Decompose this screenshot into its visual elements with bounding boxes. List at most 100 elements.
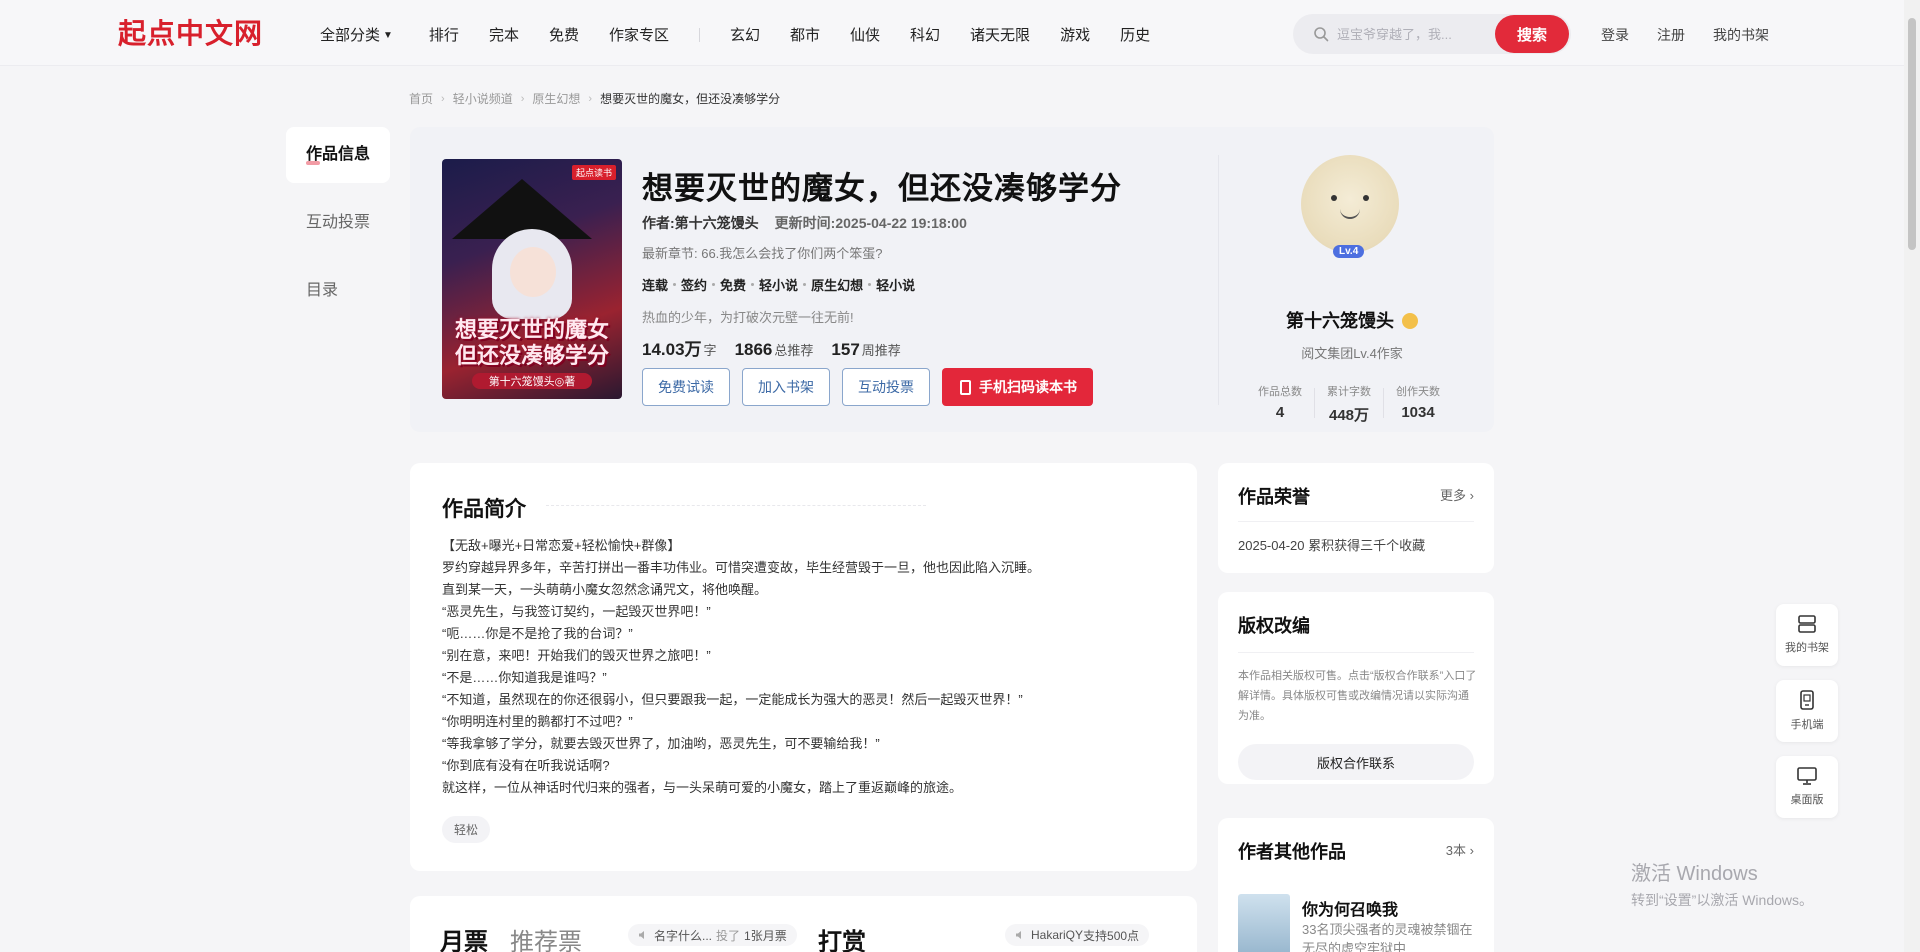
main-nav: 全部分类 ▼ 排行 完本 免费 作家专区 玄幻 都市 仙侠 科幻 诸天无限 游戏 … — [320, 24, 1180, 45]
book-slogan: 热血的少年，为打破次元壁一往无前! — [642, 310, 854, 325]
chevron-right-icon: › — [441, 92, 445, 105]
avatar-mouth — [1340, 209, 1360, 219]
scrollbar-thumb[interactable] — [1908, 18, 1916, 250]
latest-chapter[interactable]: 最新章节: 66.我怎么会找了你们两个笨蛋? — [642, 243, 883, 262]
interactive-vote-button[interactable]: 互动投票 — [842, 368, 930, 406]
ticker-action: 支持 — [1083, 928, 1108, 943]
breadcrumb: 首页 › 轻小说频道 › 原生幻想 › 想要灭世的魔女，但还没凑够学分 — [409, 90, 780, 107]
intro-line: 就这样，一位从神话时代归来的强者，与一头呆萌可爱的小魔女，踏上了重返巅峰的旅途。 — [442, 780, 963, 795]
bookshelf-link[interactable]: 我的书架 — [1713, 25, 1769, 45]
float-mobile-label: 手机端 — [1790, 719, 1824, 731]
intro-tag[interactable]: 轻松 — [442, 816, 491, 843]
add-to-shelf-button[interactable]: 加入书架 — [742, 368, 830, 406]
register-link[interactable]: 注册 — [1657, 25, 1685, 45]
dot-separator — [751, 283, 755, 286]
dot-separator — [868, 283, 872, 286]
author-name-text: 第十六笼馒头 — [1286, 311, 1394, 331]
search-input[interactable] — [1337, 24, 1487, 44]
honor-item: 2025-04-20 累积获得三千个收藏 — [1238, 538, 1426, 553]
stat-unit: 总推荐 — [774, 343, 814, 358]
nav-xianxia[interactable]: 仙侠 — [850, 24, 880, 45]
intro-line: “别在意，来吧！开始我们的毁灭世界之旅吧！” — [442, 648, 711, 663]
nav-writer-zone[interactable]: 作家专区 — [609, 24, 669, 45]
author-stat-works: 作品总数 4 — [1247, 383, 1313, 425]
scan-read-label: 手机扫码读本书 — [979, 379, 1077, 395]
nav-history[interactable]: 历史 — [1120, 24, 1150, 45]
nav-scifi[interactable]: 科幻 — [910, 24, 940, 45]
tag-item[interactable]: 原生幻想 — [811, 275, 863, 294]
breadcrumb-channel[interactable]: 轻小说频道 — [453, 90, 513, 107]
book-actions: 免费试读 加入书架 互动投票 手机扫码读本书 — [642, 368, 1093, 406]
book-author[interactable]: 作者:第十六笼馒头 — [642, 213, 759, 233]
nav-free[interactable]: 免费 — [549, 24, 579, 45]
honors-more-link[interactable]: 更多 › — [1440, 485, 1474, 504]
vertical-scrollbar[interactable] — [1904, 0, 1920, 952]
dot-separator — [673, 283, 677, 286]
nav-xuanhuan[interactable]: 玄幻 — [730, 24, 760, 45]
copyright-card: 版权改编 本作品相关版权可售。点击“版权合作联系”入口了解详情。具体版权可售或改… — [1218, 592, 1494, 784]
author-stat-value: 1034 — [1401, 404, 1435, 421]
intro-line: “呃……你是不是抢了我的台词？” — [442, 626, 633, 641]
tab-monthly-ticket[interactable]: 月票 — [440, 922, 488, 952]
ticker-user: HakariQY — [1031, 928, 1084, 942]
avatar-eye — [1363, 195, 1369, 201]
copyright-contact-button[interactable]: 版权合作联系 — [1238, 744, 1474, 780]
cover-art-face — [510, 247, 556, 297]
other-book-cover[interactable] — [1238, 894, 1290, 952]
tag-item[interactable]: 轻小说 — [876, 275, 915, 294]
author-stat-label: 作品总数 — [1258, 386, 1302, 398]
copyright-heading: 版权改编 — [1238, 616, 1310, 636]
user-links: 登录 注册 我的书架 — [1601, 25, 1797, 45]
intro-line: “恶灵先生，与我签订契约，一起毁灭世界吧！” — [442, 604, 711, 619]
watermark-line2: 转到“设置”以激活 Windows。 — [1631, 892, 1814, 908]
desktop-icon — [1797, 767, 1817, 785]
side-item-catalog[interactable]: 目录 — [286, 263, 390, 319]
tag-item: 签约 — [681, 278, 708, 293]
intro-line: “不知道，虽然现在的你还很弱小，但只要跟我一起，一定能成长为强大的恶灵！然后一起… — [442, 692, 1023, 707]
search-button[interactable]: 搜索 — [1495, 15, 1569, 53]
author-panel: Lv.4 第十六笼馒头 阅文集团Lv.4作家 作品总数 4 累计字数 448万 … — [1218, 155, 1478, 424]
tag-item[interactable]: 轻小说 — [759, 275, 798, 294]
divider — [1314, 388, 1315, 418]
honors-heading: 作品荣誉 — [1238, 487, 1310, 507]
stat-total-recommend: 1866 总推荐 — [735, 340, 814, 360]
breadcrumb-genre[interactable]: 原生幻想 — [532, 90, 580, 107]
author-name[interactable]: 第十六笼馒头 — [1219, 307, 1485, 333]
scan-read-button[interactable]: 手机扫码读本书 — [942, 368, 1093, 406]
site-logo[interactable]: 起点中文网 — [118, 12, 263, 52]
breadcrumb-home[interactable]: 首页 — [409, 90, 433, 107]
intro-line: 直到某一天，一头萌萌小魔女忽然念诵咒文，将他唤醒。 — [442, 582, 768, 597]
nav-games[interactable]: 游戏 — [1060, 24, 1090, 45]
author-avatar[interactable] — [1301, 155, 1399, 253]
book-tags: 连载 签约 免费 轻小说 原生幻想 轻小说 — [642, 275, 915, 294]
other-works-card: 作者其他作品 3本 › 你为何召唤我 33名顶尖强者的灵魂被禁锢在无尽的虚空牢狱… — [1218, 818, 1494, 952]
other-book-title[interactable]: 你为何召唤我 — [1302, 896, 1398, 920]
stat-value: 14.03万 — [642, 340, 702, 359]
nav-rank[interactable]: 排行 — [429, 24, 459, 45]
nav-infinite[interactable]: 诸天无限 — [970, 24, 1030, 45]
nav-urban[interactable]: 都市 — [790, 24, 820, 45]
watermark-line1: 激活 Windows — [1631, 863, 1758, 885]
float-bookshelf-button[interactable]: 我的书架 — [1776, 604, 1838, 666]
author-stat-label: 创作天数 — [1396, 386, 1440, 398]
reward-heading: 打赏 — [818, 929, 866, 952]
ticker-action: 投了 — [716, 928, 741, 943]
dot-separator — [712, 283, 716, 286]
nav-finished[interactable]: 完本 — [489, 24, 519, 45]
other-works-count-link[interactable]: 3本 › — [1446, 840, 1474, 859]
login-link[interactable]: 登录 — [1601, 25, 1629, 45]
side-item-book-info[interactable]: 作品信息 — [286, 127, 390, 183]
float-desktop-button[interactable]: 桌面版 — [1776, 756, 1838, 818]
nav-all-categories[interactable]: 全部分类 ▼ — [320, 24, 393, 45]
tab-recommend-ticket[interactable]: 推荐票 — [510, 922, 582, 952]
float-mobile-button[interactable]: 手机端 — [1776, 680, 1838, 742]
stat-word-count: 14.03万字 — [642, 335, 717, 360]
nav-all-categories-label: 全部分类 — [320, 27, 381, 44]
float-bookshelf-label: 我的书架 — [1785, 642, 1829, 654]
free-read-button[interactable]: 免费试读 — [642, 368, 730, 406]
book-cover[interactable]: 起点读书 想要灭世的魔女 但还没凑够学分 第十六笼馒头◎著 — [442, 159, 622, 399]
side-item-vote[interactable]: 互动投票 — [286, 195, 390, 251]
stat-value: 1866 — [734, 340, 773, 359]
author-stat-value: 448万 — [1328, 407, 1370, 424]
windows-activation-watermark: 激活 Windows 转到“设置”以激活 Windows。 — [1631, 857, 1813, 910]
